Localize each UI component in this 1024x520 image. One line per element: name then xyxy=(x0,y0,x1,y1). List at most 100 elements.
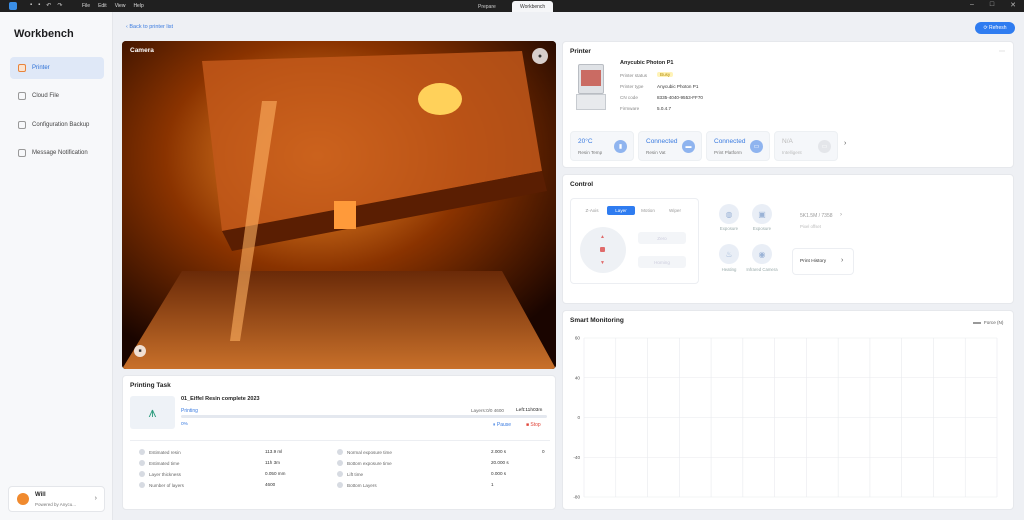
window-controls: – □ ✕ xyxy=(970,1,1016,9)
maximize-icon[interactable]: □ xyxy=(990,1,994,9)
tile-label: Resin Temp xyxy=(578,150,603,155)
stat-extra: 0 xyxy=(542,449,545,454)
zero-button[interactable]: Zero xyxy=(638,232,686,244)
tab-z-axis[interactable]: Z-Axis xyxy=(578,206,606,215)
cn-code-label: CN code xyxy=(620,95,638,100)
sidebar: Workbench Printer Cloud File Configurati… xyxy=(0,12,113,520)
stat-estimated-resin: Estimated resin xyxy=(139,449,181,455)
folder-icon[interactable]: ▪ xyxy=(30,2,32,9)
menu-edit[interactable]: Edit xyxy=(98,3,107,9)
tiles-next-icon[interactable]: › xyxy=(844,140,846,147)
camera-view: Camera ● ■ xyxy=(122,41,556,369)
tab-layer[interactable]: Layer xyxy=(607,206,635,215)
stat-lift-time: Lift time xyxy=(337,471,363,477)
heating-icon[interactable]: ♨ xyxy=(719,244,739,264)
exposure-icon xyxy=(337,460,343,466)
stop-label: Stop xyxy=(530,422,541,428)
menu-view[interactable]: View xyxy=(115,3,126,9)
platform-icon: ▭ xyxy=(750,140,763,153)
clock-icon xyxy=(139,460,145,466)
tile-value: Connected xyxy=(714,138,746,145)
stat-label: Lift time xyxy=(347,471,364,477)
printer-type-label: Printer type xyxy=(620,84,644,89)
sidebar-item-label: Message Notification xyxy=(32,150,88,156)
resin-icon xyxy=(139,449,145,455)
chart-legend: Force (N) xyxy=(973,320,1003,325)
tile-intelligent: N/A Intelligent ▭ xyxy=(774,131,838,161)
print-progress-bar xyxy=(181,415,547,418)
user-card[interactable]: Will Powered by Anycu... › xyxy=(8,486,105,512)
stat-value: 20.000 s xyxy=(491,460,509,465)
chevron-right-icon: › xyxy=(841,257,844,264)
stat-label: Bottom exposure time xyxy=(347,460,392,466)
sidebar-item-message-notification[interactable]: Message Notification xyxy=(10,142,104,164)
pixel-offset-value: 5K1.5M / 7358 xyxy=(800,213,833,219)
record-button[interactable]: ■ xyxy=(134,345,146,357)
legend-label: Force (N) xyxy=(984,320,1004,325)
jog-dial[interactable]: ▲ ▼ xyxy=(580,227,626,273)
tile-print-platform: Connected Print Platform ▭ xyxy=(706,131,770,161)
printer-image xyxy=(576,64,606,110)
printer-status-label: Printer status xyxy=(620,73,648,78)
tab-motion[interactable]: Motion xyxy=(634,206,662,215)
camera-settings-button[interactable]: ● xyxy=(532,48,548,64)
sidebar-item-label: Printer xyxy=(32,65,50,71)
sidebar-item-printer[interactable]: Printer xyxy=(10,57,104,79)
more-icon[interactable]: ⋯ xyxy=(999,48,1005,55)
stat-label: Estimated time xyxy=(149,460,180,466)
save-icon[interactable]: ▪ xyxy=(38,2,40,9)
chevron-right-icon: › xyxy=(840,212,842,218)
back-label: Back to printer list xyxy=(129,24,174,30)
stat-label: Layer thickness xyxy=(149,471,181,477)
control-button-label: Infrared Camera xyxy=(746,267,778,272)
pixel-offset-box: 5K1.5M / 7358 › Pixel offset xyxy=(792,208,852,234)
undo-icon[interactable]: ↶ xyxy=(46,2,51,9)
pause-button[interactable]: ⏸ Pause xyxy=(493,422,511,428)
camera-icon[interactable]: ◉ xyxy=(752,244,772,264)
up-arrow-icon[interactable]: ▲ xyxy=(600,234,605,240)
backup-icon xyxy=(18,121,26,129)
stat-label: Number of layers xyxy=(149,482,184,488)
stat-estimated-time: Estimated time xyxy=(139,460,179,466)
print-history-button[interactable]: Print History › xyxy=(792,248,854,275)
exposure-icon[interactable]: ◍ xyxy=(719,204,739,224)
menu-file[interactable]: File xyxy=(82,3,90,9)
refresh-button[interactable]: ⟳ Refresh xyxy=(975,22,1015,34)
printing-task-title: Printing Task xyxy=(130,382,171,389)
sidebar-title: Workbench xyxy=(14,28,74,40)
down-arrow-icon[interactable]: ▼ xyxy=(600,260,605,266)
close-icon[interactable]: ✕ xyxy=(1010,1,1016,9)
menu-help[interactable]: Help xyxy=(133,3,143,9)
exposure-alt-icon[interactable]: ▣ xyxy=(752,204,772,224)
tile-resin-temp: 20°C Resin Temp ▮ xyxy=(570,131,634,161)
printer-title: Printer xyxy=(570,48,591,55)
center-icon[interactable] xyxy=(600,247,605,252)
tab-workbench[interactable]: Workbench xyxy=(512,1,554,12)
camera-label: Camera xyxy=(130,47,154,54)
title-bar: ▪ ▪ ↶ ↷ File Edit View Help Prepare Work… xyxy=(0,0,1024,12)
tab-wiper[interactable]: Wiper xyxy=(661,206,689,215)
sensor-icon: ▭ xyxy=(818,140,831,153)
minimize-icon[interactable]: – xyxy=(970,1,974,9)
user-name: Will xyxy=(35,492,46,498)
stat-label: Bottom Layers xyxy=(347,482,377,488)
homing-button[interactable]: Homing xyxy=(638,256,686,268)
tab-prepare[interactable]: Prepare xyxy=(470,1,504,12)
refresh-label: Refresh xyxy=(989,25,1007,31)
back-to-printer-list-link[interactable]: ‹ Back to printer list xyxy=(126,24,173,30)
stat-layer-thickness: Layer thickness xyxy=(139,471,181,477)
stat-value: 2.000 s xyxy=(491,449,507,454)
vat-icon: ▬ xyxy=(682,140,695,153)
user-subtitle: Powered by Anycu... xyxy=(35,502,77,507)
redo-icon[interactable]: ↷ xyxy=(57,2,62,9)
stop-button[interactable]: ■ Stop xyxy=(526,422,541,428)
sidebar-item-cloud-file[interactable]: Cloud File xyxy=(10,85,104,107)
avatar xyxy=(17,493,29,505)
stat-label: Estimated resin xyxy=(149,449,181,455)
sidebar-item-configuration-backup[interactable]: Configuration Backup xyxy=(10,114,104,136)
camera-feed-image xyxy=(122,41,556,369)
exposure-icon xyxy=(337,449,343,455)
stat-value: 113.9 ml xyxy=(265,449,283,454)
tile-label: Print Platform xyxy=(714,150,742,155)
chevron-right-icon: › xyxy=(94,495,97,502)
